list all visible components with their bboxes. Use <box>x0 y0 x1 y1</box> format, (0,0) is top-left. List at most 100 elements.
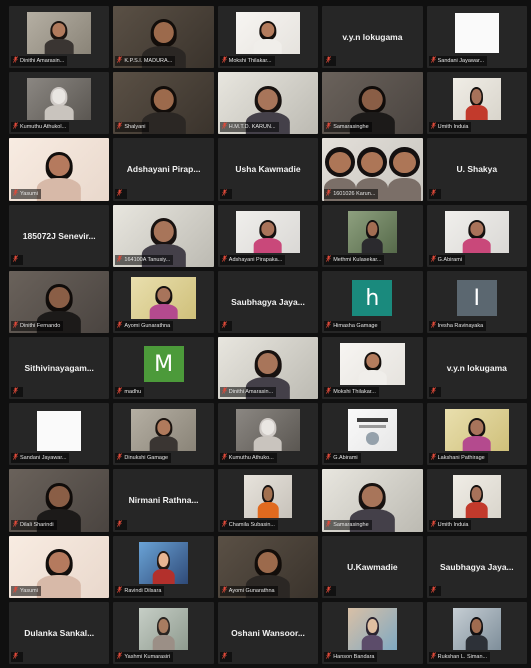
participant-tile[interactable]: Sandani Jayawar... <box>9 403 110 466</box>
muted-mic-icon <box>221 188 227 199</box>
muted-mic-icon <box>326 321 332 331</box>
participant-tile[interactable]: Ayomi Gunarathna <box>113 270 214 333</box>
blank-video <box>454 13 499 54</box>
participant-tile[interactable]: U. Shakya <box>426 138 527 201</box>
participant-name-tag: G.Abirami <box>324 453 361 464</box>
participant-tile[interactable]: Saubhagya Jaya... <box>217 270 319 333</box>
participant-tile[interactable]: Rukshan L. Siman... <box>426 601 527 664</box>
participant-tile[interactable]: I Iresha Ravinayaka <box>426 270 527 333</box>
participant-name-label: Iresha Ravinayaka <box>437 323 484 329</box>
participant-tile[interactable]: H.M.T.D. KARUN... <box>217 72 319 135</box>
participant-name-tag: Ayomi Gunarathna <box>115 321 174 331</box>
participant-name-tag: Shalyani <box>115 122 149 133</box>
muted-mic-icon <box>117 453 123 463</box>
participant-name-tag: Methmi Kulasekar... <box>324 254 385 265</box>
participant-tile[interactable]: Dinithi Amarasin... <box>217 337 319 400</box>
participant-tile[interactable]: 1601026 Karun... <box>322 138 423 201</box>
participant-tile[interactable]: Dulanka Sankal... <box>9 601 110 664</box>
participant-tile[interactable]: Ravindi Dilsara <box>113 535 214 598</box>
muted-mic-icon <box>117 56 123 66</box>
participant-name-tag: Umith Induia <box>428 519 472 530</box>
muted-mic-icon <box>430 519 436 530</box>
muted-mic-icon <box>221 255 227 265</box>
muted-mic-icon <box>430 387 436 397</box>
participant-display-name: v.y.n lokugama <box>342 32 403 43</box>
participant-tile[interactable]: Hanson Bandara <box>322 601 423 664</box>
participant-name-label: Dinukshi Gamage <box>124 455 169 462</box>
participant-name-tag <box>11 254 23 265</box>
participant-name-tag: 164100A Tanusiy... <box>115 254 174 265</box>
participant-tile[interactable]: Ayomi Gunarathna <box>217 535 319 598</box>
muted-mic-icon <box>117 255 123 265</box>
participant-tile[interactable]: 164100A Tanusiy... <box>113 204 214 267</box>
participant-name-tag: Himasha Gamage <box>324 321 381 331</box>
participant-tile[interactable]: Dinithi Amarasin... <box>9 6 110 69</box>
muted-mic-icon <box>117 122 123 132</box>
participant-tile[interactable]: Methmi Kulasekar... <box>322 204 423 267</box>
participant-tile[interactable]: Yashmi Kumarasiri <box>113 601 214 664</box>
participant-name-tag: Yashmi Kumarasiri <box>115 652 174 662</box>
participant-tile[interactable]: h Himasha Gamage <box>322 270 423 333</box>
participant-display-name: U. Shakya <box>456 164 498 175</box>
participant-tile[interactable]: G.Abirami <box>426 204 527 267</box>
muted-mic-icon <box>430 122 436 132</box>
participant-tile[interactable]: v.y.n lokugama <box>426 337 527 400</box>
muted-mic-icon <box>117 387 123 397</box>
participant-tile[interactable]: Mokshi Thilakar... <box>322 337 423 400</box>
muted-mic-icon <box>430 586 436 596</box>
participant-tile[interactable]: U.Kawmadie <box>322 535 423 598</box>
participant-video <box>444 409 509 452</box>
participant-tile[interactable]: Saubhagya Jaya... <box>426 535 527 598</box>
participant-name-tag: Ayomi Gunarathna <box>219 585 278 596</box>
participant-tile[interactable]: Umith Induia <box>426 469 527 532</box>
participant-video <box>452 475 501 518</box>
participant-tile[interactable]: 185072J Senevir... <box>9 204 110 267</box>
participant-name-label: Yashmi Kumarasiri <box>124 654 171 660</box>
participant-name-tag: Hanson Bandara <box>324 652 378 662</box>
participant-tile[interactable]: Adshayani Pirapaka... <box>217 204 319 267</box>
participant-tile[interactable]: Dilali Sharindi <box>9 469 110 532</box>
participant-name-tag: Dilali Sharindi <box>11 519 57 530</box>
participant-display-name: v.y.n lokugama <box>446 363 507 374</box>
participant-name-tag: G.Abirami <box>428 254 466 265</box>
participant-tile[interactable]: Usha Kawmadie <box>217 138 319 201</box>
participant-tile[interactable]: Mokshi Thilakar... <box>217 6 319 69</box>
participant-tile[interactable]: Chamila Subasin... <box>217 469 319 532</box>
participant-tile[interactable]: Dinithi Fernando <box>9 270 110 333</box>
muted-mic-icon <box>13 255 18 265</box>
participant-video <box>27 78 92 121</box>
muted-mic-icon <box>221 387 227 397</box>
participant-tile[interactable]: Adshayani Pirap... <box>113 138 214 201</box>
participant-tile[interactable]: Dinukshi Gamage <box>113 403 214 466</box>
participant-tile[interactable]: Lakshani Pathirage <box>426 403 527 466</box>
muted-mic-icon <box>117 519 123 530</box>
participant-tile[interactable]: Kumuthu Athukol... <box>9 72 110 135</box>
participant-name-label: Dinithi Amarasin... <box>228 389 274 396</box>
participant-name-tag: Samarasinghe <box>324 519 372 530</box>
muted-mic-icon <box>13 387 18 397</box>
participant-tile[interactable]: Shalyani <box>113 72 214 135</box>
muted-mic-icon <box>117 586 123 596</box>
participant-tile[interactable]: Kumuthu Athuko... <box>217 403 319 466</box>
participant-tile[interactable]: Oshani Wansoor... <box>217 601 319 664</box>
participant-tile[interactable]: Umith Induia <box>426 72 527 135</box>
muted-mic-icon <box>13 586 18 596</box>
participant-name-tag <box>11 652 23 662</box>
participant-tile[interactable]: Sandani Jayawar... <box>426 6 527 69</box>
participant-name-tag: Lakshani Pathirage <box>428 453 488 464</box>
participant-name-tag: Umith Induia <box>428 122 472 133</box>
participant-tile[interactable]: Sithivinayagam... <box>9 337 110 400</box>
participant-name-tag <box>428 387 441 398</box>
participant-tile[interactable]: Yasumi <box>9 535 110 598</box>
muted-mic-icon <box>326 56 332 66</box>
participant-tile[interactable]: Nirmani Rathna... <box>113 469 214 532</box>
participant-tile[interactable]: K.P.S.I. MADURA... <box>113 6 214 69</box>
participant-name-tag <box>428 585 441 596</box>
participant-tile[interactable]: G.Abirami <box>322 403 423 466</box>
participant-display-name: Oshani Wansoor... <box>231 627 305 638</box>
participant-tile[interactable]: Samarasinghe <box>322 72 423 135</box>
participant-tile[interactable]: Samarasinghe <box>322 469 423 532</box>
participant-tile[interactable]: Mmadhu <box>113 337 214 400</box>
participant-tile[interactable]: Yasumi <box>9 138 110 201</box>
participant-tile[interactable]: v.y.n lokugama <box>322 6 423 69</box>
